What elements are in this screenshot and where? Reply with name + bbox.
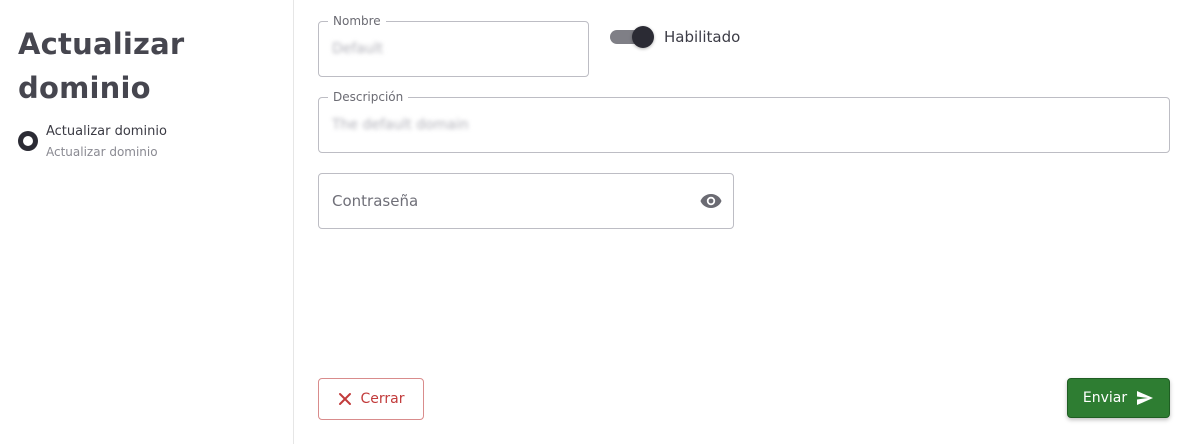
- close-button-label: Cerrar: [360, 391, 405, 407]
- eye-icon[interactable]: [699, 189, 723, 213]
- send-icon: [1137, 391, 1154, 405]
- close-button[interactable]: Cerrar: [318, 378, 424, 420]
- stepper-step: Actualizar dominio Actualizar dominio: [18, 122, 167, 162]
- step-label: Actualizar dominio: [46, 124, 167, 139]
- enabled-label: Habilitado: [664, 28, 741, 46]
- send-button-label: Enviar: [1082, 390, 1128, 406]
- nombre-value: Default: [332, 41, 384, 57]
- sidebar: Actualizar dominio Actualizar dominio Ac…: [0, 0, 294, 444]
- password-field[interactable]: Contraseña: [318, 173, 734, 229]
- step-sublabel: Actualizar dominio: [46, 145, 158, 159]
- password-placeholder: Contraseña: [332, 192, 419, 210]
- descripcion-label: Descripción: [328, 90, 409, 104]
- page-title-line1: Actualizar: [18, 27, 185, 61]
- page-title: Actualizar dominio: [18, 22, 184, 110]
- close-icon: [338, 393, 351, 405]
- toggle-thumb[interactable]: [632, 26, 654, 48]
- toggle-track[interactable]: [610, 26, 654, 48]
- step-indicator-icon: [18, 131, 38, 151]
- descripcion-value: The default domain: [332, 117, 469, 133]
- enabled-toggle[interactable]: Habilitado: [610, 26, 741, 48]
- nombre-field[interactable]: Nombre Default: [318, 14, 589, 77]
- nombre-label: Nombre: [328, 14, 386, 28]
- descripcion-field[interactable]: Descripción The default domain: [318, 90, 1170, 153]
- send-button[interactable]: Enviar: [1067, 378, 1170, 418]
- page-title-line2: dominio: [18, 71, 151, 105]
